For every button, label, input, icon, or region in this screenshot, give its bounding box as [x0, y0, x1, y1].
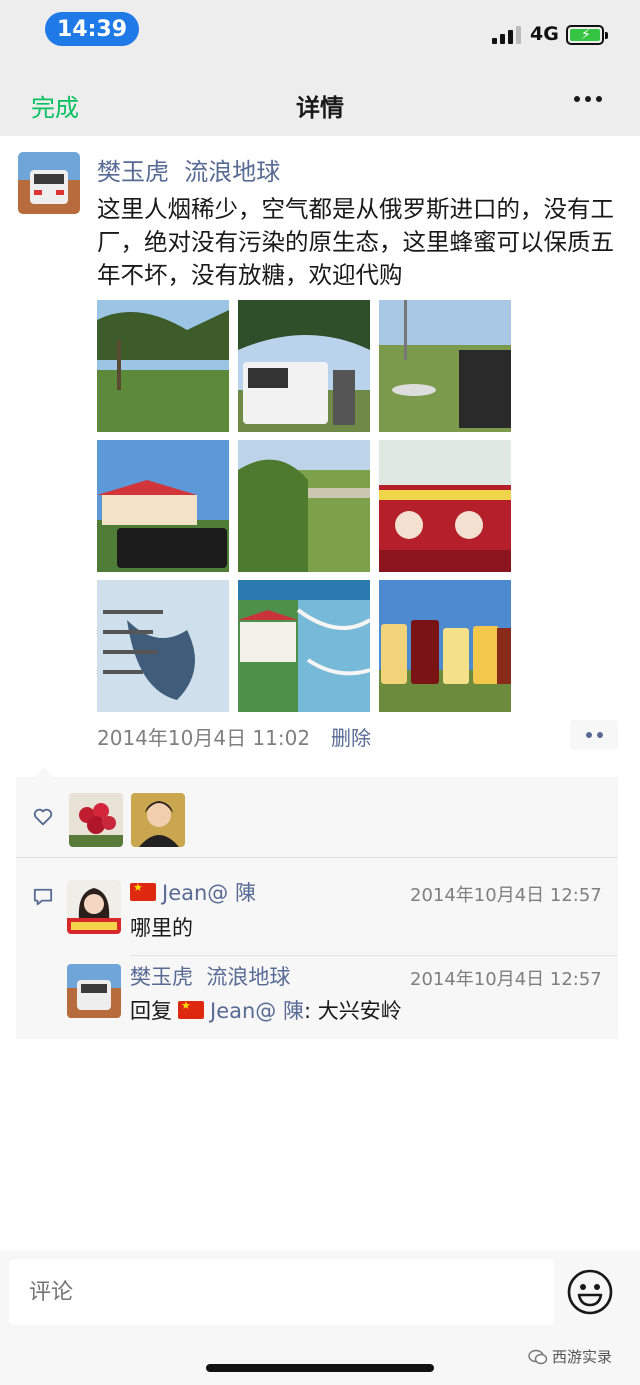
photo-thumbnail[interactable]: [379, 300, 511, 432]
photo-thumbnail[interactable]: [379, 440, 511, 572]
comment-author[interactable]: 樊玉虎 流浪地球: [130, 961, 290, 991]
post-action-button[interactable]: [570, 720, 618, 750]
comment-text: 哪里的: [130, 916, 193, 940]
photo-thumbnail[interactable]: [97, 440, 229, 572]
network-type: 4G: [530, 23, 559, 45]
interaction-panel: Jean@ 陳 2014年10月4日 12:57 哪里的 樊玉虎 流浪地球 20…: [16, 767, 618, 1039]
liker-avatar[interactable]: [69, 793, 123, 847]
photo-thumbnail[interactable]: [97, 300, 229, 432]
commenter-avatar[interactable]: [67, 880, 121, 934]
photo-thumbnail[interactable]: [379, 580, 511, 712]
comment-timestamp: 2014年10月4日 12:57: [410, 969, 602, 990]
photo-thumbnail[interactable]: [238, 580, 370, 712]
page-title: 详情: [296, 94, 344, 122]
home-indicator: [206, 1364, 434, 1372]
china-flag-icon: [130, 881, 156, 901]
heart-icon: [33, 808, 53, 826]
comment-composer: 西游实录: [0, 1250, 640, 1385]
post-text: 这里人烟稀少，空气都是从俄罗斯进口的，没有工厂，绝对没有污染的原生态，这里蜂蜜可…: [97, 195, 614, 289]
emoji-icon[interactable]: [566, 1268, 614, 1316]
comment-timestamp: 2014年10月4日 12:57: [410, 885, 602, 906]
status-time: 14:39: [45, 12, 139, 46]
wechat-icon: [528, 1349, 548, 1364]
signal-icon: [492, 26, 521, 44]
done-button[interactable]: 完成: [31, 88, 79, 123]
panel-divider: [16, 857, 618, 858]
more-icon[interactable]: [574, 96, 602, 102]
battery-icon: ⚡: [566, 25, 608, 45]
top-bar: 14:39 4G ⚡ 完成 详情: [0, 0, 640, 136]
photo-grid: [97, 300, 511, 712]
reply-to-name[interactable]: Jean@ 陳: [210, 995, 304, 1025]
comment-author[interactable]: Jean@ 陳: [130, 877, 256, 907]
liker-avatar[interactable]: [131, 793, 185, 847]
china-flag-icon: [178, 999, 204, 1019]
comment-input[interactable]: [9, 1259, 554, 1325]
post-author-name[interactable]: 樊玉虎 流浪地球: [97, 152, 280, 187]
comment-icon: [33, 888, 53, 906]
commenter-avatar[interactable]: [67, 964, 121, 1018]
photo-thumbnail[interactable]: [97, 580, 229, 712]
post-timestamp: 2014年10月4日 11:02: [97, 726, 311, 750]
photo-thumbnail[interactable]: [238, 300, 370, 432]
comment-text: 回复Jean@ 陳: 大兴安岭: [130, 995, 402, 1025]
photo-thumbnail[interactable]: [238, 440, 370, 572]
watermark: 西游实录: [528, 1346, 612, 1367]
author-avatar[interactable]: [18, 152, 80, 214]
delete-link[interactable]: 删除: [331, 722, 371, 751]
comment-divider: [130, 955, 618, 956]
